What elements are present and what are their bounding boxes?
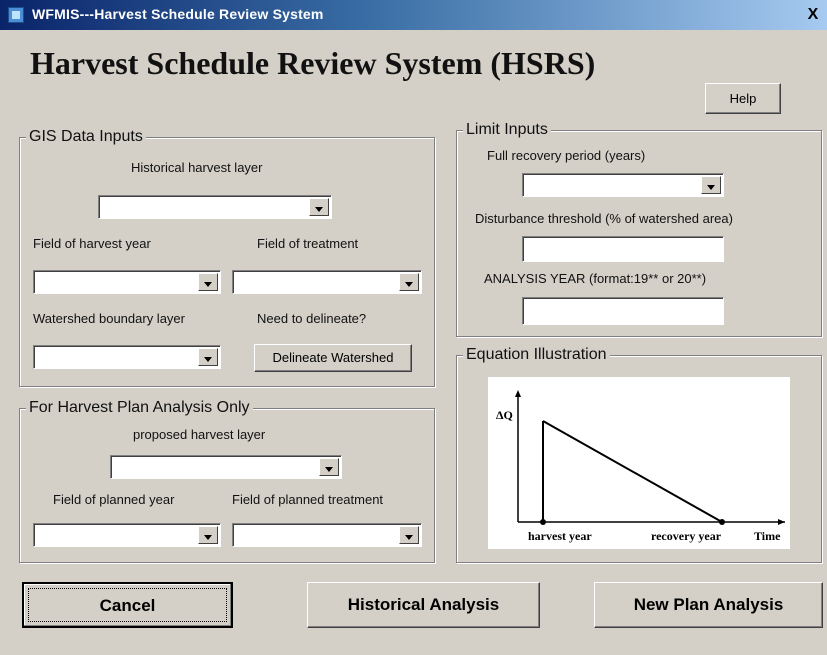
equation-illustration-figure: ΔQ harvest year recovery year Time — [488, 377, 790, 549]
chevron-down-icon[interactable] — [399, 526, 419, 544]
disturbance-threshold-label: Disturbance threshold (% of watershed ar… — [475, 211, 733, 226]
main-window: WFMIS---Harvest Schedule Review System X… — [0, 0, 827, 655]
recovery-line — [542, 420, 723, 523]
recovery-period-select[interactable] — [522, 173, 724, 197]
recovery-year-text: recovery year — [651, 529, 722, 543]
historical-layer-select[interactable] — [98, 195, 332, 219]
harvest-year-label: Field of harvest year — [33, 236, 151, 251]
harvest-plan-legend: For Harvest Plan Analysis Only — [26, 399, 253, 417]
window-title: WFMIS---Harvest Schedule Review System — [32, 6, 324, 22]
recovery-year-point — [719, 519, 725, 525]
recovery-period-label: Full recovery period (years) — [487, 148, 646, 163]
harvest-year-select[interactable] — [33, 270, 221, 294]
chevron-down-icon[interactable] — [701, 176, 721, 194]
chevron-down-icon[interactable] — [198, 273, 218, 291]
harvest-year-point — [540, 519, 546, 525]
time-label: Time — [754, 529, 781, 543]
disturbance-threshold-input[interactable] — [522, 236, 724, 262]
watershed-layer-label: Watershed boundary layer — [33, 311, 185, 326]
page-title: Harvest Schedule Review System (HSRS) — [30, 45, 596, 81]
cancel-button[interactable]: Cancel — [22, 582, 233, 628]
chevron-down-icon[interactable] — [399, 273, 419, 291]
chevron-down-icon[interactable] — [309, 198, 329, 216]
watershed-layer-select[interactable] — [33, 345, 221, 369]
gis-data-inputs-legend: GIS Data Inputs — [26, 128, 146, 146]
proposed-layer-select[interactable] — [110, 455, 342, 479]
equation-diagram: ΔQ harvest year recovery year Time — [496, 390, 785, 543]
chevron-down-icon[interactable] — [319, 458, 339, 476]
historical-analysis-button[interactable]: Historical Analysis — [307, 582, 540, 628]
treatment-label: Field of treatment — [257, 236, 359, 251]
title-bar: WFMIS---Harvest Schedule Review System X — [0, 0, 827, 30]
delineate-watershed-button[interactable]: Delineate Watershed — [254, 344, 412, 372]
help-button[interactable]: Help — [705, 83, 781, 114]
dq-axis-arrow-icon — [515, 390, 521, 397]
chevron-down-icon[interactable] — [198, 348, 218, 366]
analysis-year-input[interactable] — [522, 297, 724, 325]
planned-treatment-select[interactable] — [232, 523, 422, 547]
planned-treatment-label: Field of planned treatment — [232, 492, 384, 507]
harvest-year-text: harvest year — [528, 529, 592, 543]
planned-year-select[interactable] — [33, 523, 221, 547]
planned-year-label: Field of planned year — [53, 492, 175, 507]
app-icon — [8, 7, 24, 23]
delineate-question-label: Need to delineate? — [257, 311, 367, 326]
analysis-year-label: ANALYSIS YEAR (format:19** or 20**) — [484, 271, 707, 286]
historical-layer-label: Historical harvest layer — [131, 160, 263, 175]
dq-label: ΔQ — [496, 408, 513, 422]
focus-rect — [28, 588, 227, 622]
treatment-select[interactable] — [232, 270, 422, 294]
equation-illustration-legend: Equation Illustration — [463, 346, 610, 364]
chevron-down-icon[interactable] — [198, 526, 218, 544]
time-axis-arrow-icon — [778, 519, 785, 525]
limit-inputs-legend: Limit Inputs — [463, 121, 551, 139]
new-plan-analysis-button[interactable]: New Plan Analysis — [594, 582, 823, 628]
proposed-layer-label: proposed harvest layer — [133, 427, 266, 442]
close-icon[interactable]: X — [803, 5, 823, 24]
